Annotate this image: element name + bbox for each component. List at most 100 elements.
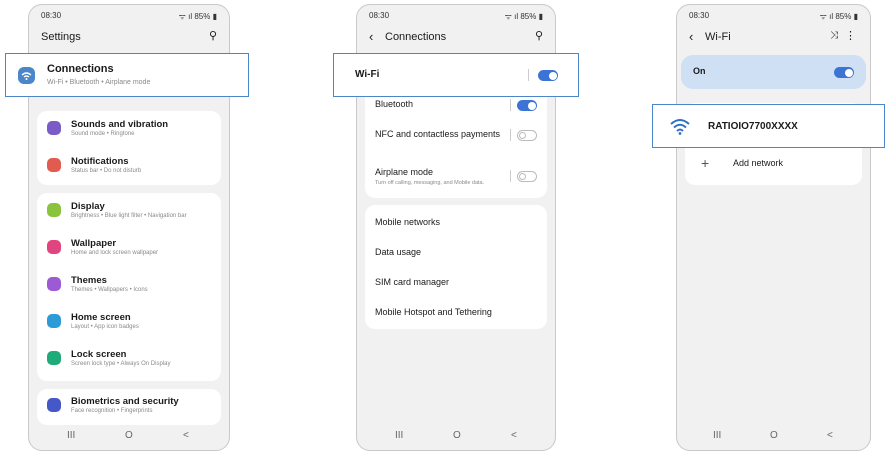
page-title: Connections [385, 31, 447, 43]
item-label: Airplane mode [375, 167, 434, 177]
settings-item-notifications[interactable]: Notifications Status bar • Do not distur… [47, 156, 211, 182]
network-item[interactable]: RATIOIO7700XXXX [652, 104, 885, 148]
item-sub: Sound mode • Ringtone [71, 131, 135, 137]
settings-item-sounds[interactable]: Sounds and vibration Sound mode • Ringto… [47, 119, 211, 145]
bell-icon [47, 158, 61, 172]
wifi-direct-icon[interactable]: ⤨ [830, 30, 838, 41]
connections-label: Connections [47, 63, 114, 75]
settings-item-connections[interactable]: Connections Wi-Fi • Bluetooth • Airplane… [5, 53, 249, 97]
nav-bar: III O < [29, 426, 229, 450]
item-label: Home screen [71, 312, 131, 323]
speaker-icon [47, 121, 61, 135]
recents-button[interactable]: III [67, 430, 75, 441]
list-item-airplane[interactable]: Airplane mode Turn off calling, messagin… [375, 167, 537, 191]
wifi-signal-icon [669, 116, 691, 136]
signal-icon: ᯤ ıl [178, 12, 193, 21]
status-time: 08:30 [369, 11, 390, 20]
recents-button[interactable]: III [395, 430, 403, 441]
battery-level: 85% [194, 12, 211, 21]
list-item-data-usage[interactable]: Data usage [375, 247, 421, 257]
card-display-group: Display Brightness • Blue light filter •… [37, 193, 221, 381]
status-bar: 08:30 ᯤ ıl 85% ▮ [41, 11, 217, 23]
item-sub: Home and lock screen wallpaper [71, 250, 159, 256]
phone-wifi: 08:30 ᯤ ıl 85% ▮ ‹ Wi-Fi ⤨ ⋮ On + Add ne… [676, 4, 871, 451]
settings-item-home-screen[interactable]: Home screen Layout • App icon badges [47, 312, 211, 338]
status-time: 08:30 [41, 11, 62, 20]
home-icon [47, 314, 61, 328]
image-icon [47, 240, 61, 254]
item-label: Sounds and vibration [71, 119, 169, 130]
shield-icon [47, 398, 61, 412]
app-bar: Settings ⚲ [41, 27, 217, 47]
plus-icon: + [701, 155, 710, 171]
palette-icon [47, 277, 61, 291]
item-label: Biometrics and security [71, 396, 179, 407]
list-item-mobile-networks[interactable]: Mobile networks [375, 217, 440, 227]
item-sub: Layout • App icon badges [71, 324, 139, 330]
wifi-master-toggle[interactable] [834, 67, 854, 78]
status-icons: ᯤ ıl 85% ▮ [178, 12, 217, 21]
list-item-hotspot[interactable]: Mobile Hotspot and Tethering [375, 307, 492, 317]
card-more: Mobile networks Data usage SIM card mana… [365, 205, 547, 329]
signal-icon: ᯤ ıl [504, 12, 519, 21]
settings-item-lock-screen[interactable]: Lock screen Screen lock type • Always On… [47, 349, 211, 375]
battery-level: 85% [835, 12, 852, 21]
list-item-bluetooth[interactable]: Bluetooth [375, 99, 537, 115]
item-sub: Screen lock type • Always On Display [71, 361, 171, 367]
add-network[interactable]: + Add network [695, 155, 852, 174]
page-title: Wi-Fi [705, 31, 731, 43]
battery-level: 85% [520, 12, 537, 21]
divider [510, 170, 511, 182]
status-bar: 08:30 ᯤ ıl 85% ▮ [369, 11, 543, 23]
search-icon[interactable]: ⚲ [535, 29, 543, 42]
bluetooth-toggle[interactable] [517, 100, 537, 111]
item-label: Notifications [71, 156, 129, 167]
item-sub: Status bar • Do not disturb [71, 168, 142, 174]
item-sub: Brightness • Blue light filter • Navigat… [71, 213, 187, 219]
app-bar: ‹ Connections ⚲ [369, 27, 543, 47]
connections-sub: Wi-Fi • Bluetooth • Airplane mode [47, 79, 151, 86]
list-item-nfc[interactable]: NFC and contactless payments [375, 129, 537, 145]
settings-item-themes[interactable]: Themes Themes • Wallpapers • Icons [47, 275, 211, 301]
wifi-icon [18, 67, 35, 84]
wifi-on-bar[interactable]: On [681, 55, 866, 89]
nav-bar: III O < [357, 426, 555, 450]
status-icons: ᯤ ıl 85% ▮ [504, 12, 543, 21]
status-bar: 08:30 ᯤ ıl 85% ▮ [689, 11, 858, 23]
back-button[interactable]: < [827, 430, 833, 441]
home-button[interactable]: O [453, 430, 461, 441]
item-label: Display [71, 201, 105, 212]
back-arrow-icon[interactable]: ‹ [689, 29, 693, 44]
item-sub: Turn off calling, messaging, and Mobile … [375, 180, 485, 186]
back-button[interactable]: < [183, 430, 189, 441]
wifi-toggle[interactable] [538, 70, 558, 81]
search-icon[interactable]: ⚲ [209, 29, 217, 42]
item-label: Lock screen [71, 349, 127, 360]
nfc-toggle[interactable] [517, 130, 537, 141]
settings-item-wallpaper[interactable]: Wallpaper Home and lock screen wallpaper [47, 238, 211, 264]
wifi-label: Wi-Fi [355, 69, 380, 80]
lock-icon [47, 351, 61, 365]
settings-item-biometrics[interactable]: Biometrics and security Face recognition… [47, 396, 211, 422]
home-button[interactable]: O [125, 430, 133, 441]
card-biometrics: Biometrics and security Face recognition… [37, 389, 221, 425]
item-label: Themes [71, 275, 107, 286]
divider [528, 69, 529, 81]
nav-bar: III O < [677, 426, 870, 450]
more-options-icon[interactable]: ⋮ [845, 29, 856, 42]
list-item-sim-manager[interactable]: SIM card manager [375, 277, 449, 287]
home-button[interactable]: O [770, 430, 778, 441]
back-button[interactable]: < [511, 430, 517, 441]
status-icons: ᯤ ıl 85% ▮ [819, 12, 858, 21]
airplane-toggle[interactable] [517, 171, 537, 182]
status-time: 08:30 [689, 11, 710, 20]
back-arrow-icon[interactable]: ‹ [369, 29, 373, 44]
list-item-wifi[interactable]: Wi-Fi [333, 53, 579, 97]
network-name: RATIOIO7700XXXX [708, 121, 798, 132]
item-sub: Themes • Wallpapers • Icons [71, 287, 148, 293]
sun-icon [47, 203, 61, 217]
item-sub: Face recognition • Fingerprints [71, 408, 153, 414]
settings-item-display[interactable]: Display Brightness • Blue light filter •… [47, 201, 211, 227]
recents-button[interactable]: III [713, 430, 721, 441]
page-title: Settings [41, 31, 81, 43]
